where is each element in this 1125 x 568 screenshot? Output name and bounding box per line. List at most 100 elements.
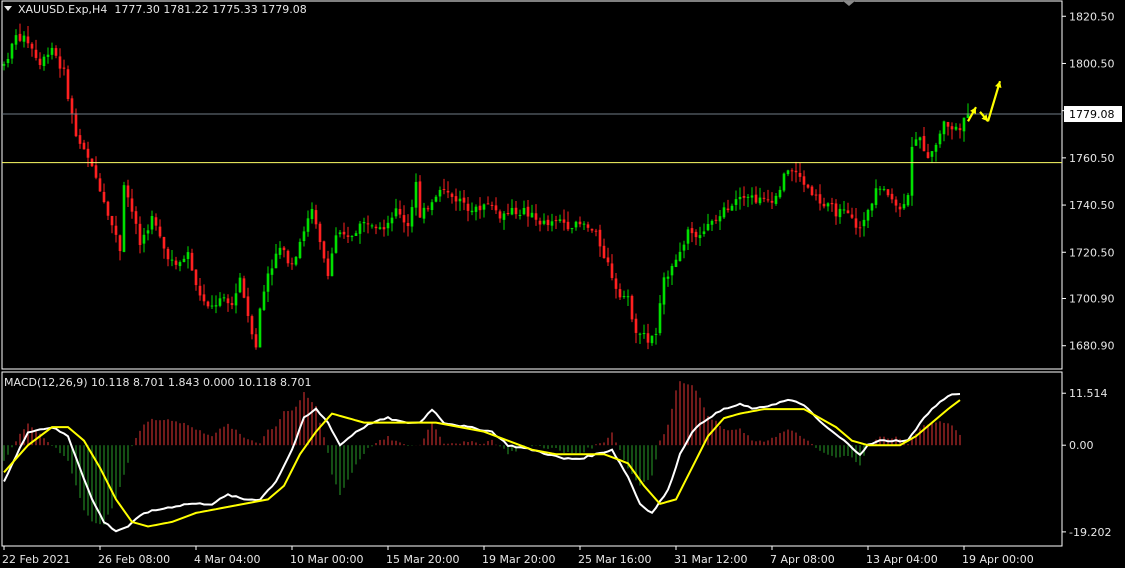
candle-body (950, 126, 954, 130)
candle-body (262, 291, 266, 310)
candle-body (458, 198, 462, 202)
candle-body (110, 215, 114, 226)
candle-body (750, 195, 754, 198)
candle-body (294, 256, 298, 265)
candle-body (406, 222, 410, 227)
price-tick-label: 1720.50 (1069, 246, 1115, 259)
candle-body (746, 196, 750, 198)
current-price-label: 1779.08 (1069, 108, 1115, 121)
candle-body (774, 195, 778, 204)
price-tick-label: 1680.90 (1069, 340, 1115, 353)
candle-body (174, 260, 178, 265)
forecast-arrows (967, 80, 1002, 122)
candle-body (130, 198, 134, 212)
candle-body (838, 208, 842, 218)
chart-canvas[interactable]: 1820.501800.501780.501760.501740.501720.… (0, 0, 1125, 568)
candle-body (862, 219, 866, 227)
candle-body (622, 296, 626, 298)
candle-body (210, 305, 214, 307)
time-axis: 22 Feb 2021 26 Feb 08:00 4 Mar 04:00 10 Mar… (2, 546, 1034, 566)
candle-body (486, 203, 490, 205)
candle-body (42, 56, 46, 67)
time-tick-label: 31 Mar 12:00 (674, 553, 747, 566)
candle-body (194, 269, 198, 286)
candle-body (390, 217, 394, 224)
candle-body (98, 178, 102, 192)
candle-body (258, 308, 262, 348)
candle-body (62, 67, 66, 69)
candle-body (794, 170, 798, 173)
candle-body (418, 181, 422, 218)
candle-body (278, 247, 282, 255)
candle-body (806, 184, 810, 188)
candle-body (510, 207, 514, 215)
price-axis: 1820.501800.501780.501760.501740.501720.… (1062, 10, 1122, 353)
candle-body (666, 276, 670, 279)
candle-body (902, 204, 906, 209)
candle-body (782, 173, 786, 191)
candle-body (870, 203, 874, 211)
candle-body (286, 250, 290, 264)
candle-body (242, 278, 246, 298)
candle-body (22, 35, 26, 42)
candle-body (850, 214, 854, 218)
candle-body (226, 298, 230, 304)
candle-body (734, 199, 738, 205)
candle-body (478, 205, 482, 211)
main-panel-border (1, 0, 1063, 370)
candle-body (342, 231, 346, 235)
candle-body (742, 195, 746, 198)
candles (2, 23, 970, 350)
candle-body (542, 220, 546, 224)
candle-body (706, 223, 710, 231)
candle-body (466, 203, 470, 211)
candle-body (162, 237, 166, 249)
candle-body (854, 218, 858, 228)
candle-body (538, 220, 542, 225)
candle-body (102, 191, 106, 203)
candle-body (886, 189, 890, 196)
candle-body (234, 293, 238, 306)
candle-body (638, 333, 642, 335)
candle-body (178, 262, 182, 267)
candle-body (954, 126, 958, 130)
candle-body (938, 133, 942, 145)
candle-body (606, 257, 610, 263)
candle-body (834, 203, 838, 217)
candle-body (190, 252, 194, 271)
time-tick-label: 13 Apr 04:00 (866, 553, 938, 566)
candle-body (826, 203, 830, 207)
candle-body (694, 231, 698, 238)
candle-body (122, 185, 126, 252)
price-tick-label: 1760.50 (1069, 152, 1115, 165)
candle-body (762, 197, 766, 199)
candle-body (710, 220, 714, 225)
candle-body (2, 64, 6, 66)
candle-body (6, 58, 10, 64)
levels (2, 113, 1062, 164)
candle-body (314, 210, 318, 225)
candle-body (534, 213, 538, 220)
macd-panel-border (1, 371, 1063, 547)
candle-body (490, 204, 494, 206)
candle-body (910, 146, 914, 196)
candle-body (150, 215, 154, 230)
forecast-arrow-2 (986, 80, 1002, 122)
candle-body (430, 202, 434, 211)
candle-body (302, 231, 306, 242)
candle-body (14, 35, 18, 45)
candle-body (402, 215, 406, 223)
candle-body (198, 285, 202, 296)
candle-body (266, 273, 270, 292)
candle-body (438, 189, 442, 197)
candle-body (86, 148, 90, 158)
macd-histogram (3, 381, 961, 525)
candle-body (166, 248, 170, 260)
candle-body (814, 194, 818, 196)
candle-body (842, 209, 846, 211)
candle-body (358, 223, 362, 234)
candle-body (674, 259, 678, 267)
candle-body (766, 199, 770, 201)
candle-body (298, 241, 302, 259)
candle-body (894, 199, 898, 206)
